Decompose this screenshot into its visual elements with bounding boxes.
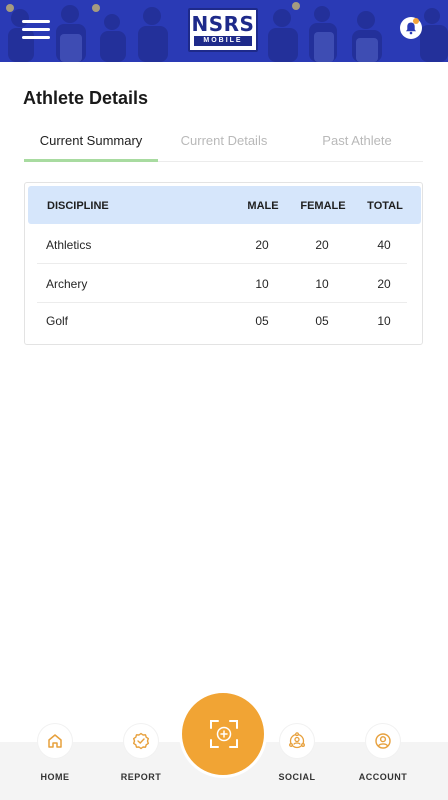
nav-home[interactable]: HOME (20, 724, 90, 784)
logo-title: NSRS (191, 12, 255, 36)
nav-account[interactable]: ACCOUNT (348, 724, 418, 784)
header-discipline: DISCIPLINE (47, 200, 109, 212)
nav-social-label: SOCIAL (278, 772, 316, 782)
header-total: TOTAL (367, 200, 403, 212)
nav-account-circle (366, 724, 400, 758)
cell-male: 05 (255, 314, 269, 328)
nav-report[interactable]: REPORT (106, 724, 176, 784)
tab-current-summary[interactable]: Current Summary (24, 124, 158, 162)
cell-female: 05 (315, 314, 329, 328)
notification-dot (413, 18, 419, 24)
page-title: Athlete Details (23, 88, 149, 108)
nav-report-label: REPORT (120, 772, 162, 782)
hamburger-menu-icon (22, 20, 50, 23)
cell-female: 20 (315, 238, 329, 252)
nav-social-circle (280, 724, 314, 758)
nav-account-label: ACCOUNT (358, 772, 408, 782)
hamburger-line (22, 28, 50, 31)
tab-bar: Current Summary Current Details Past Ath… (24, 124, 423, 162)
table-row: Golf 05 05 10 (37, 302, 407, 340)
table-header: DISCIPLINE MALE FEMALE TOTAL (28, 186, 421, 224)
cell-female: 10 (315, 277, 329, 291)
tab-past-athlete[interactable]: Past Athlete (290, 124, 424, 162)
scan-plus-icon (210, 720, 238, 748)
app-header: NSRS MOBILE (0, 0, 448, 62)
tab-current-details[interactable]: Current Details (157, 124, 291, 162)
nav-report-circle (124, 724, 158, 758)
header-female: FEMALE (300, 200, 346, 212)
menu-button[interactable] (22, 20, 50, 42)
social-icon (289, 732, 305, 749)
header-male: MALE (247, 200, 279, 212)
cell-total: 20 (377, 277, 391, 291)
scan-button[interactable] (179, 690, 267, 778)
nav-home-circle (38, 724, 72, 758)
report-badge-icon (133, 732, 149, 750)
account-icon (375, 733, 391, 749)
cell-discipline: Archery (46, 277, 88, 291)
logo-subtitle: MOBILE (194, 36, 252, 46)
table-row: Archery 10 10 20 (37, 265, 407, 303)
cell-total: 40 (377, 238, 391, 252)
table-row: Athletics 20 20 40 (37, 226, 407, 264)
notification-button[interactable] (400, 17, 422, 39)
app-screen: NSRS MOBILE Athlete Details Current Summ… (0, 0, 448, 800)
summary-table: DISCIPLINE MALE FEMALE TOTAL Athletics 2… (24, 182, 423, 345)
cell-discipline: Athletics (46, 238, 92, 252)
nsrs-logo: NSRS MOBILE (188, 8, 258, 52)
cell-male: 20 (255, 238, 269, 252)
cell-discipline: Golf (46, 314, 69, 328)
nav-home-label: HOME (40, 772, 70, 782)
cell-male: 10 (255, 277, 269, 291)
hamburger-line (22, 36, 50, 39)
cell-total: 10 (377, 314, 391, 328)
nav-social[interactable]: SOCIAL (262, 724, 332, 784)
home-icon (48, 734, 62, 748)
